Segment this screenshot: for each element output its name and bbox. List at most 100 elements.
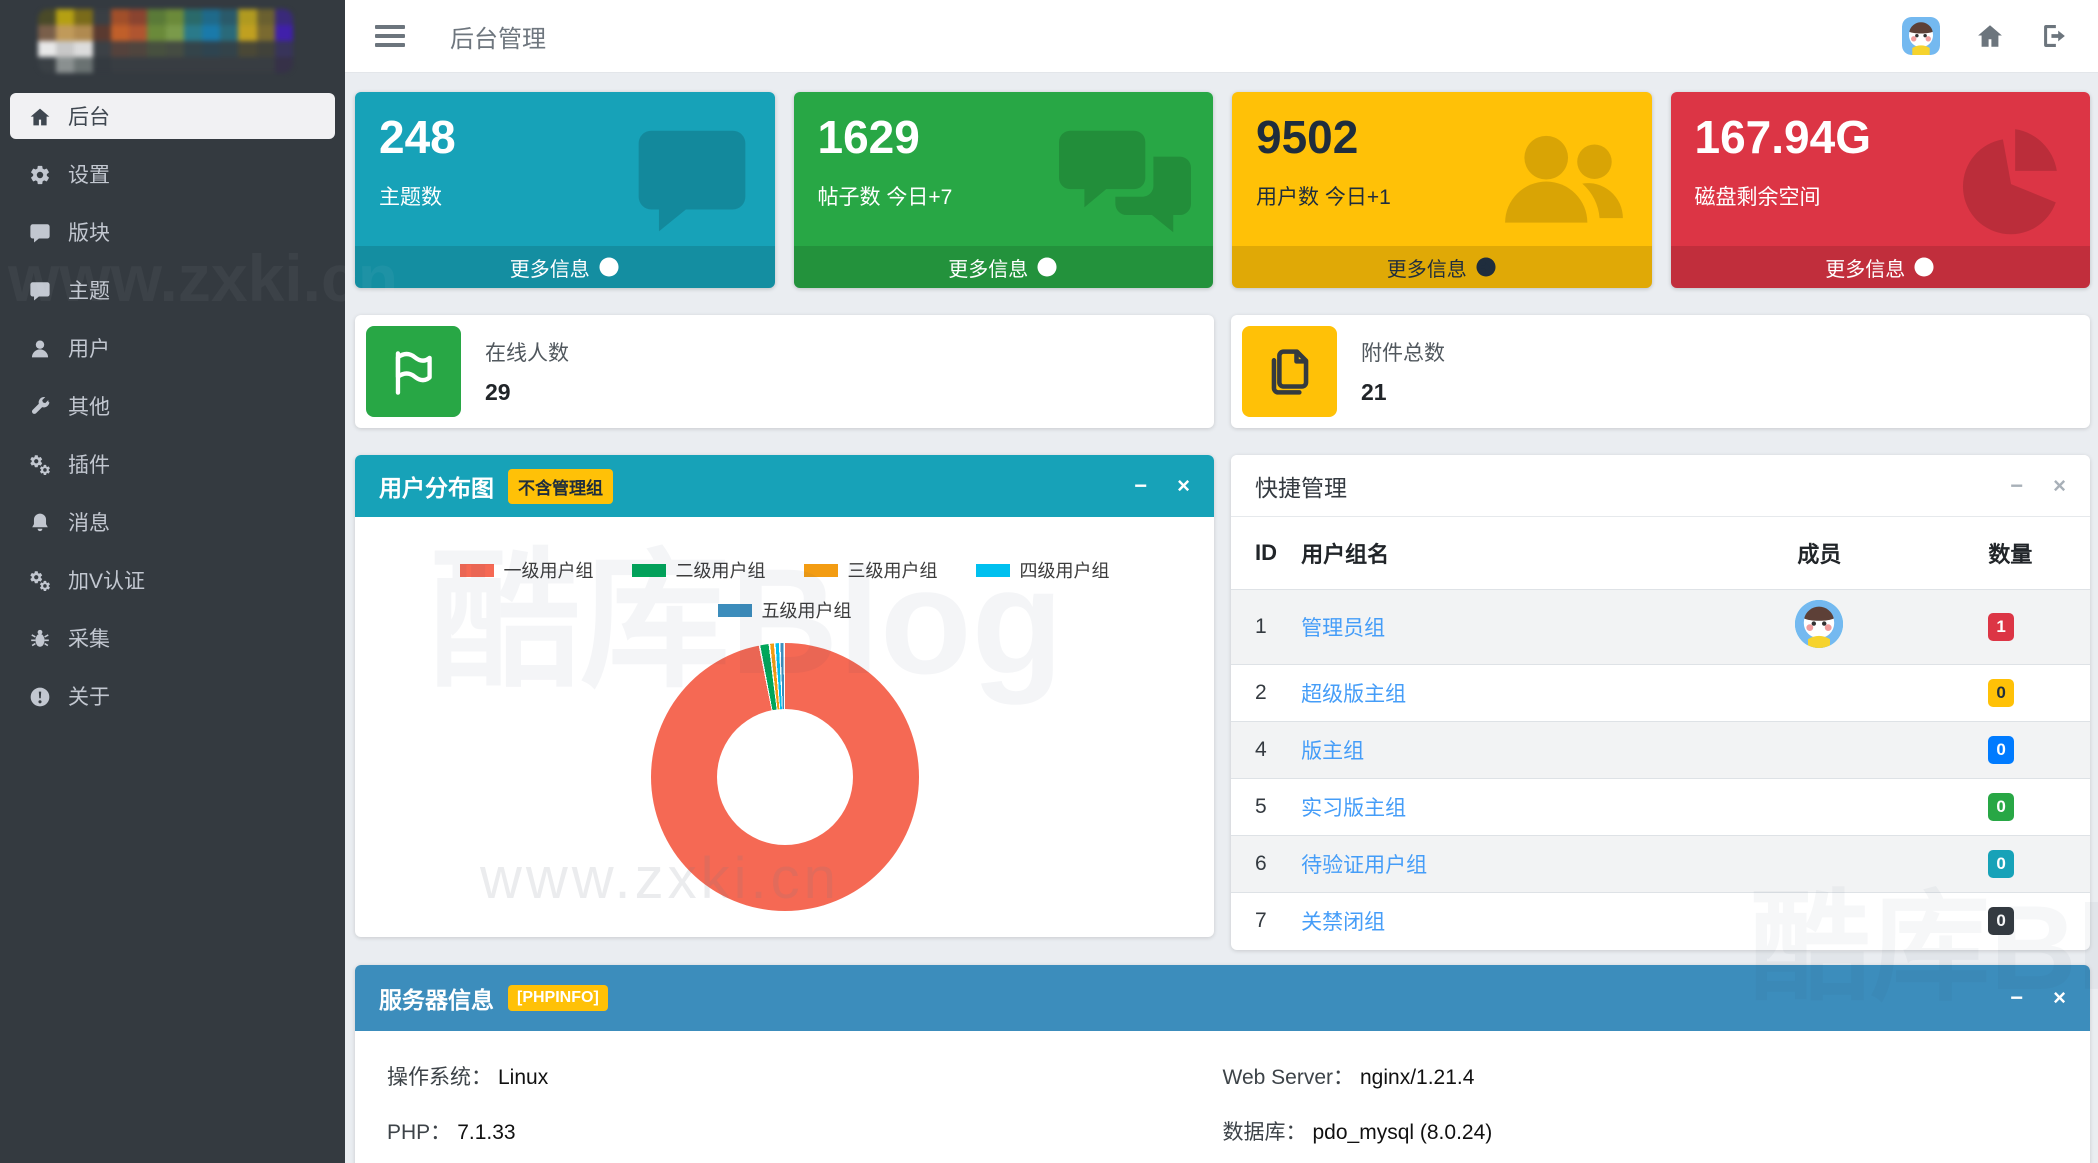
bug-icon xyxy=(24,625,56,651)
legend-item[interactable]: 一级用户组 xyxy=(459,557,594,583)
member-avatar[interactable] xyxy=(1795,600,1844,648)
server-info-body: 操作系统： Linux Web Server： nginx/1.21.4 PHP： 7… xyxy=(355,1031,2090,1163)
quick-manage-card: 快捷管理 − × ID 用户组名 成员 数量 1 管理员组 1 2 超级版主组 … xyxy=(1231,455,2090,950)
sign-out-icon[interactable] xyxy=(2040,22,2068,50)
sidebar-item-plugins[interactable]: 插件 xyxy=(10,441,335,487)
comment-icon xyxy=(631,118,753,240)
group-link[interactable]: 实习版主组 xyxy=(1301,797,1406,820)
sidebar-item-collect[interactable]: 采集 xyxy=(10,615,335,661)
sidebar-item-verify[interactable]: 加V认证 xyxy=(10,557,335,603)
sidebar-item-label: 主题 xyxy=(68,280,110,303)
legend-item[interactable]: 四级用户组 xyxy=(975,557,1110,583)
table-header-row: ID 用户组名 成员 数量 xyxy=(1231,517,2090,590)
legend-label: 五级用户组 xyxy=(761,601,852,621)
sidebar-item-other[interactable]: 其他 xyxy=(10,383,335,429)
legend-swatch xyxy=(717,603,752,617)
group-id: 7 xyxy=(1231,892,1292,950)
close-button[interactable]: × xyxy=(2053,986,2066,1009)
group-link[interactable]: 超级版主组 xyxy=(1301,683,1406,706)
group-link[interactable]: 管理员组 xyxy=(1301,617,1385,640)
comment-icon xyxy=(24,277,56,303)
legend-item[interactable]: 五级用户组 xyxy=(717,597,852,623)
sidebar-item-label: 其他 xyxy=(68,396,110,419)
group-id: 6 xyxy=(1231,835,1292,893)
chart-legend-row2: 五级用户组 xyxy=(375,597,1194,623)
sidebar-item-label: 消息 xyxy=(68,512,110,535)
table-row: 2 超级版主组 0 xyxy=(1231,664,2090,722)
panels-row: 用户分布图 不含管理组 − × 一级用户组 二级用户组 三级用户组 四级用户组 … xyxy=(355,455,2090,950)
more-info-link[interactable]: 更多信息 xyxy=(1670,246,2090,288)
top-header: 后台管理 xyxy=(345,0,2098,73)
wrench-icon xyxy=(24,393,56,419)
user-icon xyxy=(24,335,56,361)
sidebar-item-messages[interactable]: 消息 xyxy=(10,499,335,545)
legend-swatch xyxy=(975,563,1010,577)
sidebar-item-about[interactable]: 关于 xyxy=(10,673,335,719)
more-info-link[interactable]: 更多信息 xyxy=(355,246,775,288)
card-title: 用户分布图 xyxy=(379,475,494,501)
arrow-circle-right-icon xyxy=(1475,256,1497,278)
close-button[interactable]: × xyxy=(1177,475,1190,497)
group-link[interactable]: 待验证用户组 xyxy=(1301,854,1427,877)
sidebar-toggle-icon[interactable] xyxy=(375,20,405,52)
legend-swatch xyxy=(631,563,666,577)
card-title: 快捷管理 xyxy=(1255,474,1347,501)
server-php-row: PHP： 7.1.33 xyxy=(387,1120,516,1144)
group-link[interactable]: 关禁闭组 xyxy=(1301,911,1385,934)
stat-card-posts: 1629 帖子数 今日+7 更多信息 xyxy=(793,92,1213,288)
sidebar-item-label: 采集 xyxy=(68,628,110,651)
quick-manage-header: 快捷管理 − × xyxy=(1231,455,2090,517)
server-os-row: 操作系统： Linux xyxy=(387,1065,549,1089)
more-info-link[interactable]: 更多信息 xyxy=(1232,246,1652,288)
count-badge: 0 xyxy=(1988,907,2014,936)
brand-logo[interactable] xyxy=(0,0,345,82)
header-actions xyxy=(1902,17,2068,55)
sidebar-item-settings[interactable]: 设置 xyxy=(10,151,335,197)
close-button[interactable]: × xyxy=(2053,474,2066,497)
sidebar-item-users[interactable]: 用户 xyxy=(10,325,335,371)
sidebar-item-dashboard[interactable]: 后台 xyxy=(10,93,335,139)
info-value: 29 xyxy=(485,379,511,405)
sidebar-item-forums[interactable]: 版块 xyxy=(10,209,335,255)
page-title: 后台管理 xyxy=(450,25,546,53)
legend-item[interactable]: 二级用户组 xyxy=(631,557,766,583)
minimize-button[interactable]: − xyxy=(2010,986,2023,1009)
card-title: 服务器信息 xyxy=(379,986,494,1013)
info-box-attachments: 附件总数 21 xyxy=(1231,315,2090,428)
sidebar-item-label: 关于 xyxy=(68,686,110,709)
user-distribution-card: 用户分布图 不含管理组 − × 一级用户组 二级用户组 三级用户组 四级用户组 … xyxy=(355,455,1214,937)
home-icon[interactable] xyxy=(1976,22,2004,50)
comments-icon xyxy=(1059,118,1191,240)
flag-icon xyxy=(366,326,461,417)
brand-logo-image xyxy=(38,9,293,73)
col-header-name: 用户组名 xyxy=(1301,542,1390,567)
legend-item[interactable]: 三级用户组 xyxy=(803,557,938,583)
group-id: 5 xyxy=(1231,778,1292,836)
col-header-count: 数量 xyxy=(1988,542,2033,567)
legend-swatch xyxy=(459,563,494,577)
group-link[interactable]: 版主组 xyxy=(1301,740,1364,763)
table-row: 5 实习版主组 0 xyxy=(1231,778,2090,836)
user-groups-table: ID 用户组名 成员 数量 1 管理员组 1 2 超级版主组 0 4 版主组 0… xyxy=(1231,517,2090,950)
phpinfo-badge[interactable]: [PHPINFO] xyxy=(508,984,608,1011)
sidebar-item-threads[interactable]: 主题 xyxy=(10,267,335,313)
server-info-card: 服务器信息 [PHPINFO] − × 操作系统： Linux Web Serve… xyxy=(355,964,2090,1163)
count-badge: 1 xyxy=(1988,613,2014,641)
gears-icon xyxy=(24,567,56,593)
count-badge: 0 xyxy=(1988,850,2014,878)
info-label: 在线人数 xyxy=(485,342,569,365)
col-header-id: ID xyxy=(1255,540,1277,565)
info-value: 21 xyxy=(1361,379,1387,405)
user-avatar[interactable] xyxy=(1902,17,1940,55)
sidebar: 后台 设置 版块 主题 用户 其他 插件 消息 加V认证 采集 关于 xyxy=(0,0,345,1163)
table-row: 6 待验证用户组 0 xyxy=(1231,835,2090,893)
home-icon xyxy=(24,103,56,129)
minimize-button[interactable]: − xyxy=(1134,475,1147,497)
sidebar-item-label: 用户 xyxy=(68,338,110,361)
stat-card-users: 9502 用户数 今日+1 更多信息 xyxy=(1232,92,1652,288)
group-id: 4 xyxy=(1231,721,1292,779)
minimize-button[interactable]: − xyxy=(2010,474,2023,497)
more-info-link[interactable]: 更多信息 xyxy=(793,246,1213,288)
count-badge: 0 xyxy=(1988,793,2014,821)
gear-icon xyxy=(24,161,56,187)
